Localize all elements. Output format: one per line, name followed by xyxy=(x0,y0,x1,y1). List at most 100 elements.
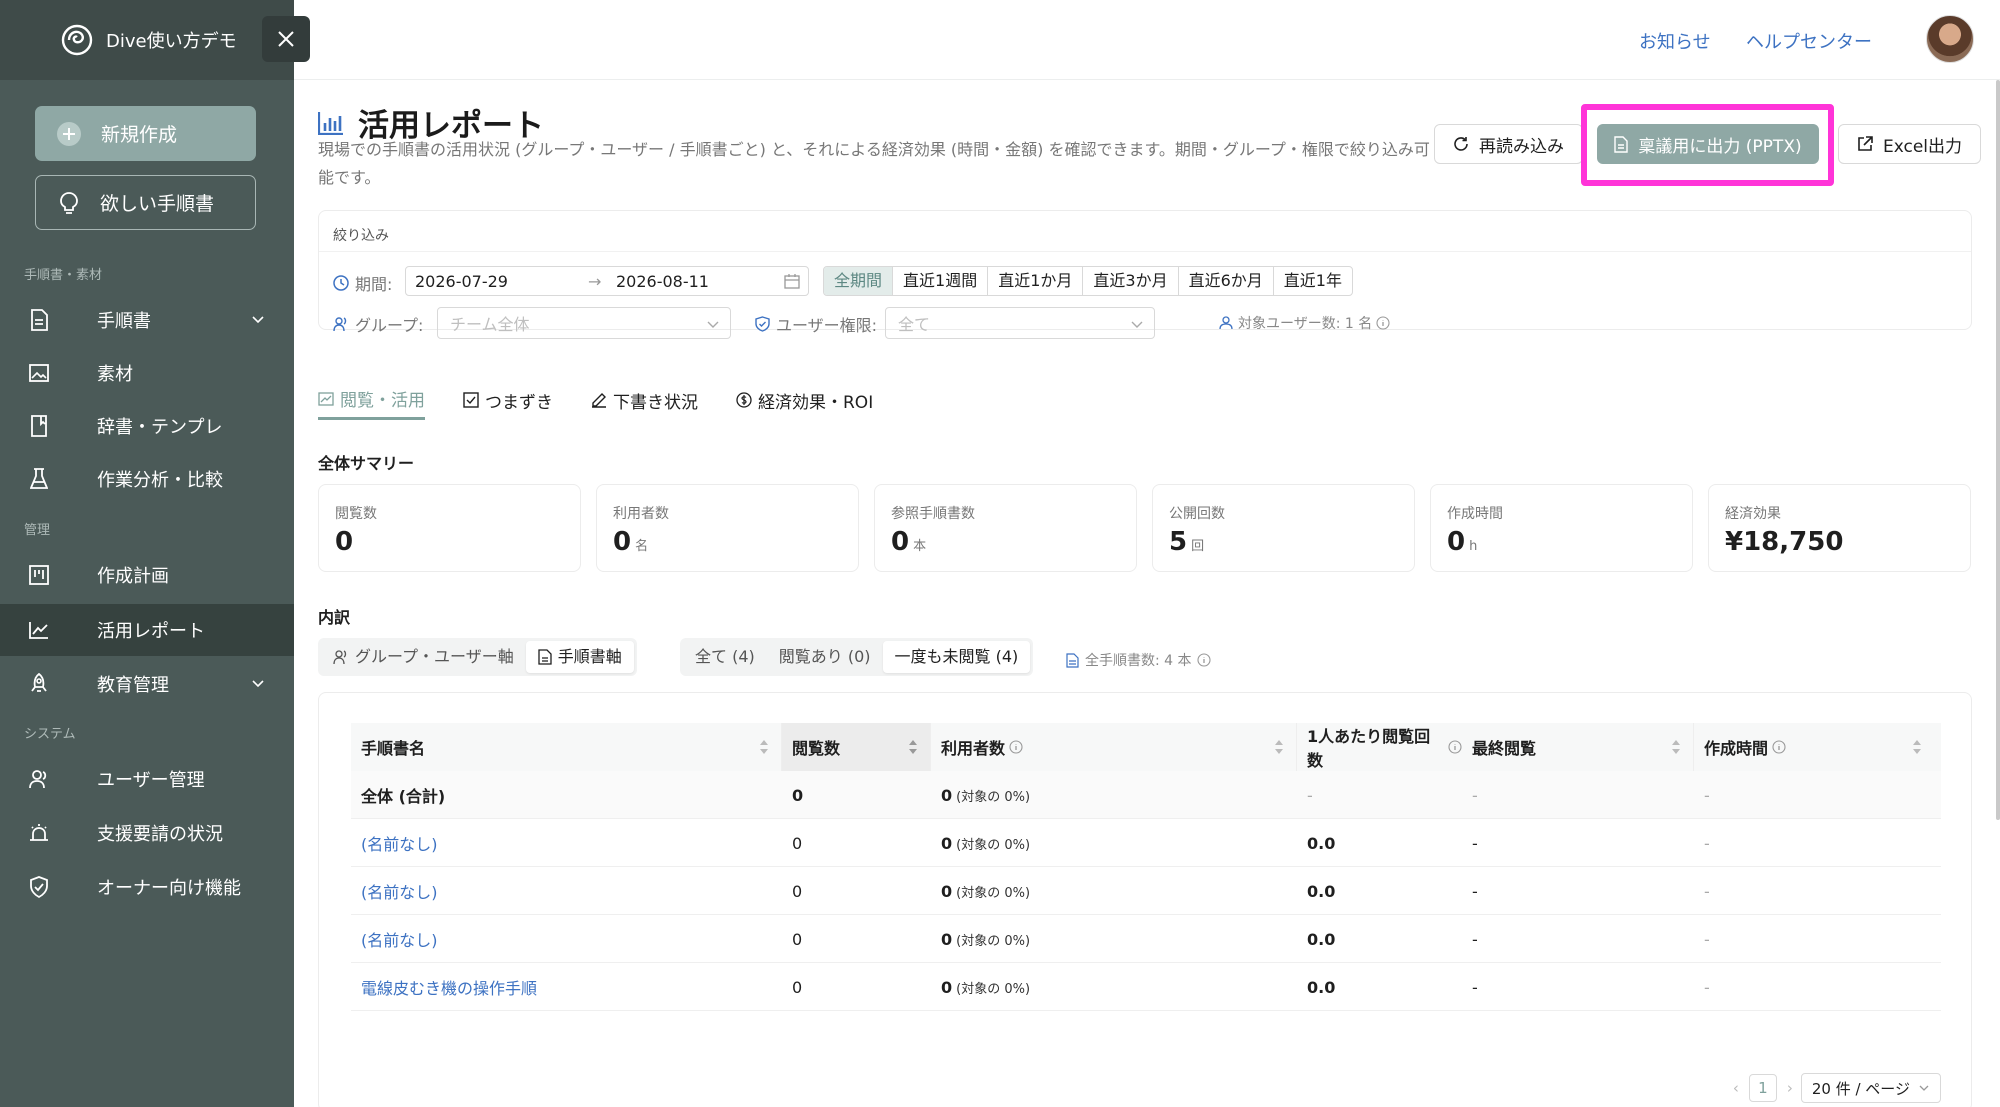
view-filter-all[interactable]: 全て (4) xyxy=(683,641,767,673)
table-row: (名前なし) 0 0 (対象の 0%) 0.0 - - xyxy=(351,915,1941,963)
table-row-total: 全体 (合計) 0 0 (対象の 0%) - - - xyxy=(351,771,1941,819)
user-avatar[interactable] xyxy=(1926,15,1974,63)
column-header-last-viewed[interactable]: 最終閲覧 xyxy=(1462,723,1694,771)
column-header-users[interactable]: 利用者数 xyxy=(931,723,1297,771)
manual-link[interactable]: (名前なし) xyxy=(351,867,782,915)
filter-title: 絞り込み xyxy=(333,228,389,244)
chevron-down-icon xyxy=(1131,321,1143,328)
axis-group-user[interactable]: グループ・ユーザー軸 xyxy=(321,641,526,673)
summary-title: 全体サマリー xyxy=(318,454,415,473)
page-description: 現場での手順書の活用状況 (グループ・ユーザー / 手順書ごと) と、それによる… xyxy=(318,140,1430,187)
role-label: ユーザー権限: xyxy=(755,312,877,336)
clock-icon xyxy=(333,275,349,291)
info-icon[interactable] xyxy=(1772,740,1786,754)
role-select[interactable]: 全て xyxy=(885,307,1155,339)
group-label: グループ: xyxy=(333,312,423,336)
info-icon[interactable] xyxy=(1009,740,1023,754)
alarm-icon xyxy=(28,822,50,844)
help-center-link[interactable]: ヘルプセンター xyxy=(1746,28,1872,54)
image-icon xyxy=(28,362,50,384)
range-option-3m[interactable]: 直近3か月 xyxy=(1083,267,1179,295)
range-option-1m[interactable]: 直近1か月 xyxy=(988,267,1084,295)
document-icon xyxy=(28,309,50,331)
sidebar-item-dictionary[interactable]: 辞書・テンプレ xyxy=(0,400,294,452)
sidebar-item-education[interactable]: 教育管理 xyxy=(0,658,294,710)
sidebar-item-label: 素材 xyxy=(97,364,133,385)
sidebar-item-usage-report[interactable]: 活用レポート xyxy=(0,604,294,656)
sidebar-item-owner[interactable]: オーナー向け機能 xyxy=(0,861,294,913)
column-header-creation-time[interactable]: 作成時間 xyxy=(1694,723,1934,771)
sort-icon xyxy=(1672,740,1680,754)
column-header-views[interactable]: 閲覧数 xyxy=(782,723,931,771)
manual-link[interactable]: (名前なし) xyxy=(351,819,782,867)
date-to[interactable]: 2026-08-11 xyxy=(616,272,709,291)
sidebar-item-manuals[interactable]: 手順書 xyxy=(0,294,294,346)
sort-icon xyxy=(1275,740,1283,754)
file-icon xyxy=(1614,135,1629,153)
info-icon[interactable] xyxy=(1196,653,1211,667)
sidebar: Dive使い方デモ 新規作成 欲しい手順書 手順書・素材 手順書 素材 辞書・テ… xyxy=(0,0,310,1107)
page-scrollbar[interactable] xyxy=(1996,80,2000,820)
page-size-select[interactable]: 20 件 / ページ xyxy=(1800,1073,1941,1103)
section-label-system: システム xyxy=(24,727,76,742)
sidebar-item-label: ユーザー管理 xyxy=(97,770,205,791)
sidebar-item-materials[interactable]: 素材 xyxy=(0,347,294,399)
manual-link[interactable]: 電線皮むき機の操作手順 xyxy=(351,963,782,1011)
user-icon xyxy=(1219,316,1233,330)
sidebar-item-plan[interactable]: 作成計画 xyxy=(0,549,294,601)
new-create-button[interactable]: 新規作成 xyxy=(35,106,256,161)
dollar-circle-icon xyxy=(736,392,752,408)
tab-drafts[interactable]: 下書き状況 xyxy=(591,380,698,420)
export-excel-button[interactable]: Excel出力 xyxy=(1838,124,1982,164)
tab-roi[interactable]: 経済効果・ROI xyxy=(736,380,873,420)
column-header-name[interactable]: 手順書名 xyxy=(351,723,782,771)
range-option-all[interactable]: 全期間 xyxy=(824,267,894,295)
manual-link[interactable]: (名前なし) xyxy=(351,915,782,963)
reload-button[interactable]: 再読み込み xyxy=(1434,124,1583,164)
sidebar-item-support-requests[interactable]: 支援要請の状況 xyxy=(0,807,294,859)
page-number-button[interactable]: 1 xyxy=(1748,1074,1777,1102)
summary-card-users: 利用者数 0名 xyxy=(596,484,859,572)
range-option-1w[interactable]: 直近1週間 xyxy=(893,267,989,295)
summary-card-creation-time: 作成時間 0h xyxy=(1430,484,1693,572)
summary-card-views: 閲覧数 0 xyxy=(318,484,581,572)
breakdown-title: 内訳 xyxy=(318,608,351,627)
section-label-manage: 管理 xyxy=(24,523,51,538)
view-filter-viewed[interactable]: 閲覧あり (0) xyxy=(767,641,883,673)
role-placeholder: 全て xyxy=(898,315,931,334)
shield-check-icon xyxy=(755,316,770,332)
view-filter-toggle: 全て (4) 閲覧あり (0) 一度も未閲覧 (4) xyxy=(680,638,1034,676)
table-header: 手順書名 閲覧数 利用者数 1人あたり閲覧回数 最終閲覧 作成時間 xyxy=(351,723,1941,771)
range-option-6m[interactable]: 直近6か月 xyxy=(1179,267,1274,295)
wanted-manual-button[interactable]: 欲しい手順書 xyxy=(35,175,256,230)
tab-views[interactable]: 閲覧・活用 xyxy=(318,380,425,420)
notice-link[interactable]: お知らせ xyxy=(1639,28,1711,54)
range-option-1y[interactable]: 直近1年 xyxy=(1274,267,1352,295)
view-filter-never-viewed[interactable]: 一度も未閲覧 (4) xyxy=(882,641,1031,673)
next-page-icon[interactable]: › xyxy=(1787,1079,1793,1097)
sort-icon xyxy=(909,740,917,754)
divider xyxy=(319,251,1971,252)
info-icon[interactable] xyxy=(1376,316,1390,330)
breakdown-table: 手順書名 閲覧数 利用者数 1人あたり閲覧回数 最終閲覧 作成時間 全体 (合計… xyxy=(351,723,1941,1011)
chart-icon xyxy=(318,391,334,406)
sort-icon xyxy=(1913,740,1921,754)
tab-stumbling[interactable]: つまずき xyxy=(463,380,553,420)
column-header-per-user[interactable]: 1人あたり閲覧回数 xyxy=(1297,723,1462,771)
export-pptx-button[interactable]: 稟議用に出力 (PPTX) xyxy=(1597,124,1819,164)
summary-card-publish: 公開回数 5回 xyxy=(1152,484,1415,572)
sidebar-item-label: 手順書 xyxy=(97,311,151,332)
date-range-picker[interactable]: 2026-07-29 → 2026-08-11 xyxy=(405,266,809,296)
axis-manual[interactable]: 手順書軸 xyxy=(525,641,634,673)
prev-page-icon[interactable]: ‹ xyxy=(1733,1079,1739,1097)
info-icon[interactable] xyxy=(1448,740,1462,754)
new-create-label: 新規作成 xyxy=(101,124,178,146)
sidebar-item-label: 支援要請の状況 xyxy=(97,824,223,845)
document-icon xyxy=(1066,652,1079,668)
sidebar-item-users[interactable]: ユーザー管理 xyxy=(0,753,294,805)
workspace-name[interactable]: Dive使い方デモ xyxy=(106,27,237,53)
date-from[interactable]: 2026-07-29 xyxy=(415,272,508,291)
group-select[interactable]: チーム全体 xyxy=(437,307,731,339)
board-icon xyxy=(28,564,50,586)
sidebar-item-analysis[interactable]: 作業分析・比較 xyxy=(0,453,294,505)
